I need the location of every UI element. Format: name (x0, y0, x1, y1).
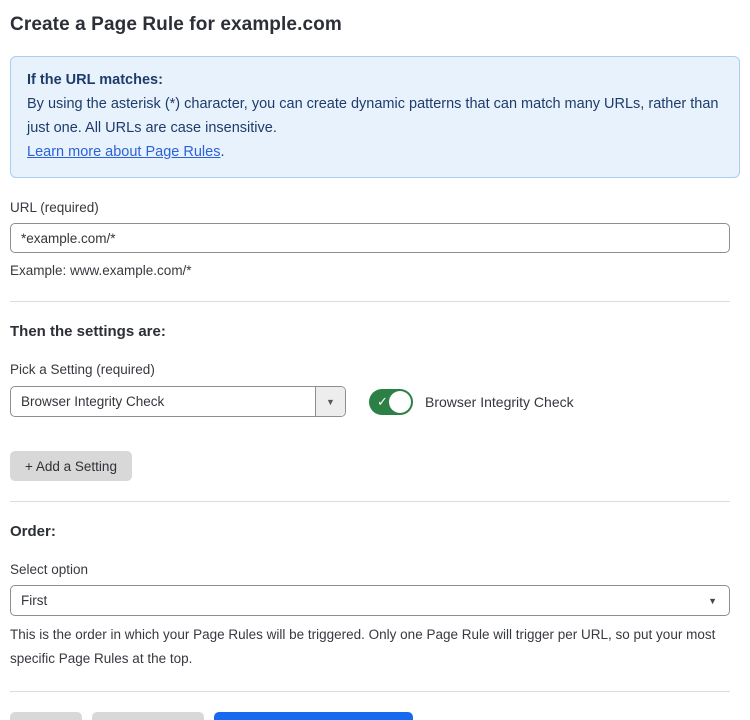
url-field-label: URL (required) (10, 200, 740, 215)
info-box-link-line: Learn more about Page Rules. (27, 140, 723, 164)
section-divider (10, 501, 730, 502)
order-select[interactable]: First ▼ (10, 585, 730, 616)
order-select-value: First (21, 593, 47, 608)
save-as-draft-button[interactable]: Save as Draft (92, 712, 204, 720)
setting-select[interactable]: Browser Integrity Check ▼ (10, 386, 346, 417)
setting-select-arrow-button[interactable]: ▼ (315, 387, 345, 416)
url-match-info-box: If the URL matches: By using the asteris… (10, 56, 740, 178)
create-page-rule-form: Create a Page Rule for example.com If th… (0, 0, 750, 720)
check-icon: ✓ (377, 395, 388, 408)
browser-integrity-check-toggle[interactable]: ✓ (369, 389, 413, 415)
url-example-text: Example: www.example.com/* (10, 260, 740, 281)
info-box-body: By using the asterisk (*) character, you… (27, 92, 723, 140)
toggle-label: Browser Integrity Check (425, 394, 574, 410)
chevron-down-icon: ▼ (326, 397, 335, 407)
url-input[interactable] (10, 223, 730, 253)
link-period: . (220, 144, 224, 160)
footer-divider (10, 691, 730, 692)
setting-row: Browser Integrity Check ▼ ✓ Browser Inte… (10, 386, 740, 417)
pick-setting-label: Pick a Setting (required) (10, 362, 740, 377)
order-section-heading: Order: (10, 523, 740, 540)
chevron-down-icon: ▼ (708, 596, 717, 606)
learn-more-link[interactable]: Learn more about Page Rules (27, 144, 220, 160)
select-option-label: Select option (10, 562, 740, 577)
page-title: Create a Page Rule for example.com (10, 14, 740, 36)
order-help-text: This is the order in which your Page Rul… (10, 623, 730, 671)
footer-actions: Cancel Save as Draft Save and Deploy Pag… (10, 712, 740, 720)
add-setting-button[interactable]: + Add a Setting (10, 451, 132, 481)
setting-select-value: Browser Integrity Check (11, 387, 315, 416)
settings-section-heading: Then the settings are: (10, 323, 740, 340)
save-and-deploy-button[interactable]: Save and Deploy Page Rule (214, 712, 414, 720)
cancel-button[interactable]: Cancel (10, 712, 82, 720)
info-box-heading: If the URL matches: (27, 68, 723, 92)
section-divider (10, 301, 730, 302)
toggle-knob (389, 391, 411, 413)
